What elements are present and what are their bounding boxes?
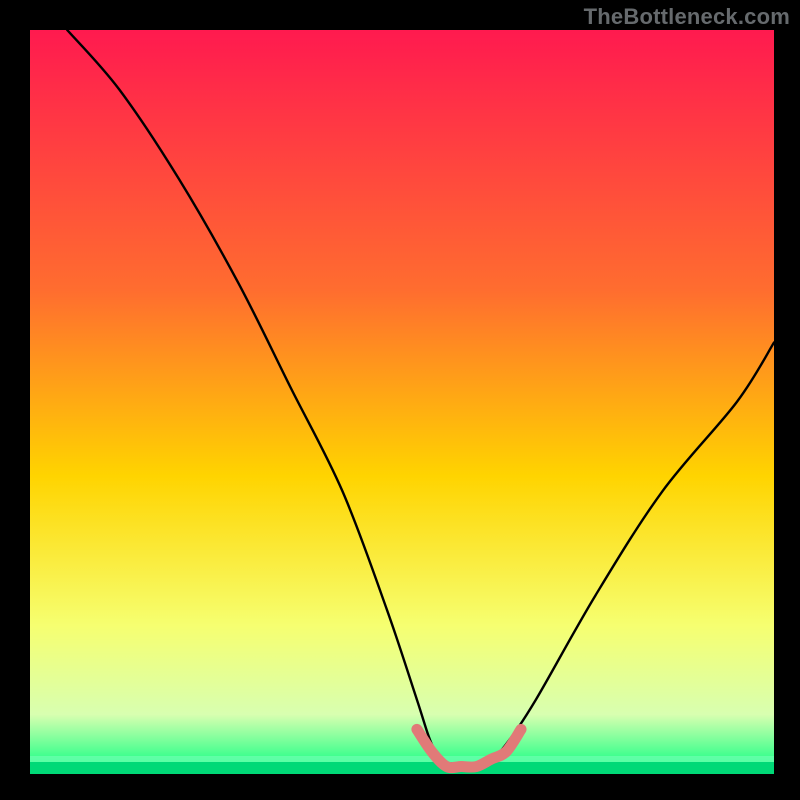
chart-stage: TheBottleneck.com: [0, 0, 800, 800]
bottleneck-curve: [67, 30, 774, 768]
plot-area: [30, 30, 774, 774]
watermark-text: TheBottleneck.com: [584, 4, 790, 30]
curve-layer: [30, 30, 774, 774]
low-bottleneck-band: [417, 729, 521, 767]
